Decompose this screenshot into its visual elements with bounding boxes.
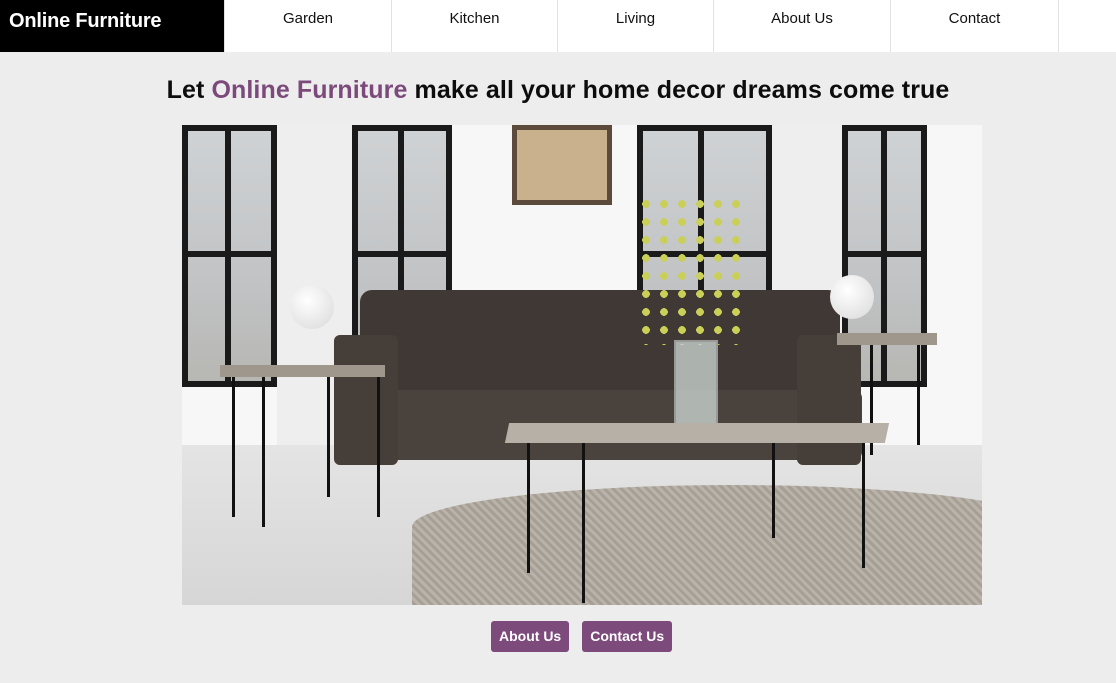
hero-sofa-arm-right xyxy=(797,335,861,465)
about-us-button[interactable]: About Us xyxy=(491,621,570,652)
nav-item-garden[interactable]: Garden xyxy=(224,0,391,52)
hero-side-table-right xyxy=(837,333,937,345)
nav-item-kitchen[interactable]: Kitchen xyxy=(391,0,557,52)
top-nav-bar: Online Furniture Garden Kitchen Living A… xyxy=(0,0,1116,52)
hero-lamp-left xyxy=(290,285,334,329)
nav-item-contact[interactable]: Contact xyxy=(890,0,1058,52)
hero-sofa-arm-left xyxy=(334,335,398,465)
brand-logo[interactable]: Online Furniture xyxy=(0,0,224,52)
hero-table-leg xyxy=(377,377,380,517)
hero-table-leg xyxy=(262,377,265,527)
nav-item-living[interactable]: Living xyxy=(557,0,713,52)
hero-lamp-right xyxy=(830,275,874,319)
hero-side-table-left xyxy=(220,365,385,377)
hero-actions: About Us Contact Us xyxy=(491,621,673,652)
hero-table-leg xyxy=(327,377,330,497)
hero-table-leg xyxy=(527,443,530,573)
hero-wall-art xyxy=(512,125,612,205)
nav-spacer xyxy=(1058,0,1116,52)
nav-item-about-us[interactable]: About Us xyxy=(713,0,890,52)
hero-table-leg xyxy=(862,443,865,568)
hero-coffee-table-top xyxy=(504,423,890,443)
headline-prefix: Let xyxy=(166,76,212,104)
hero-table-leg xyxy=(772,443,775,538)
hero-table-leg xyxy=(917,345,920,445)
contact-us-button[interactable]: Contact Us xyxy=(582,621,673,652)
headline-brand-accent: Online Furniture xyxy=(211,76,408,104)
hero-rug xyxy=(412,485,982,605)
hero-table-leg xyxy=(232,377,235,517)
hero-plant xyxy=(637,195,747,345)
hero-table-leg xyxy=(582,443,585,603)
hero-window-left xyxy=(182,125,277,387)
hero-image xyxy=(182,125,982,605)
page-headline: Let Online Furniture make all your home … xyxy=(0,76,1116,105)
headline-suffix: make all your home decor dreams come tru… xyxy=(407,76,950,104)
